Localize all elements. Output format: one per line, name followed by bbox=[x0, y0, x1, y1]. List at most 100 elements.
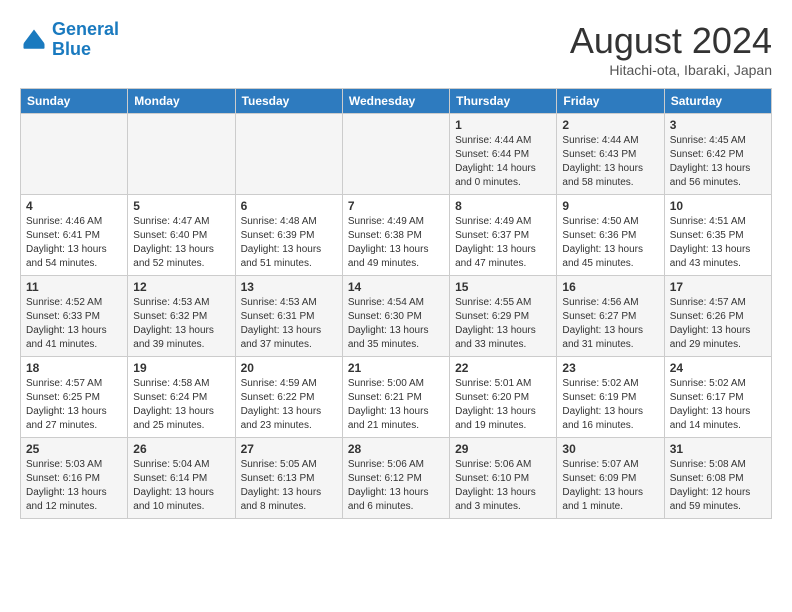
calendar-cell bbox=[128, 114, 235, 195]
day-info: Sunrise: 4:44 AM Sunset: 6:43 PM Dayligh… bbox=[562, 134, 658, 190]
logo-text: General Blue bbox=[52, 20, 119, 60]
day-info: Sunrise: 4:46 AM Sunset: 6:41 PM Dayligh… bbox=[26, 215, 122, 271]
calendar-cell: 28Sunrise: 5:06 AM Sunset: 6:12 PM Dayli… bbox=[342, 438, 449, 519]
calendar-cell: 6 Sunrise: 4:48 AM Sunset: 6:39 PM Daylig… bbox=[235, 195, 342, 276]
day-number: 7 bbox=[348, 199, 444, 213]
calendar-cell: 5 Sunrise: 4:47 AM Sunset: 6:40 PM Daylig… bbox=[128, 195, 235, 276]
calendar-cell: 4 Sunrise: 4:46 AM Sunset: 6:41 PM Daylig… bbox=[21, 195, 128, 276]
logo-line1: General bbox=[52, 19, 119, 39]
day-info: Sunrise: 5:06 AM Sunset: 6:10 PM Dayligh… bbox=[455, 458, 551, 514]
day-number: 21 bbox=[348, 361, 444, 375]
day-number: 20 bbox=[241, 361, 337, 375]
day-info: Sunrise: 4:47 AM Sunset: 6:40 PM Dayligh… bbox=[133, 215, 229, 271]
calendar-cell: 10Sunrise: 4:51 AM Sunset: 6:35 PM Dayli… bbox=[664, 195, 771, 276]
calendar-cell: 2 Sunrise: 4:44 AM Sunset: 6:43 PM Daylig… bbox=[557, 114, 664, 195]
day-info: Sunrise: 5:02 AM Sunset: 6:19 PM Dayligh… bbox=[562, 377, 658, 433]
calendar-table: SundayMondayTuesdayWednesdayThursdayFrid… bbox=[20, 88, 772, 519]
calendar-cell: 15Sunrise: 4:55 AM Sunset: 6:29 PM Dayli… bbox=[450, 276, 557, 357]
day-info: Sunrise: 4:59 AM Sunset: 6:22 PM Dayligh… bbox=[241, 377, 337, 433]
calendar-cell: 8Sunrise: 4:49 AM Sunset: 6:37 PM Daylig… bbox=[450, 195, 557, 276]
day-number: 19 bbox=[133, 361, 229, 375]
calendar-cell: 27 Sunrise: 5:05 AM Sunset: 6:13 PM Dayli… bbox=[235, 438, 342, 519]
calendar-cell bbox=[342, 114, 449, 195]
calendar-cell: 12 Sunrise: 4:53 AM Sunset: 6:32 PM Dayli… bbox=[128, 276, 235, 357]
day-info: Sunrise: 4:49 AM Sunset: 6:38 PM Dayligh… bbox=[348, 215, 444, 271]
day-info: Sunrise: 4:44 AM Sunset: 6:44 PM Dayligh… bbox=[455, 134, 551, 190]
day-number: 6 bbox=[241, 199, 337, 213]
calendar-cell: 19 Sunrise: 4:58 AM Sunset: 6:24 PM Dayli… bbox=[128, 357, 235, 438]
day-number: 9 bbox=[562, 199, 658, 213]
calendar-cell: 9Sunrise: 4:50 AM Sunset: 6:36 PM Daylig… bbox=[557, 195, 664, 276]
day-number: 29 bbox=[455, 442, 551, 456]
day-number: 25 bbox=[26, 442, 122, 456]
calendar-cell: 7 Sunrise: 4:49 AM Sunset: 6:38 PM Daylig… bbox=[342, 195, 449, 276]
day-number: 31 bbox=[670, 442, 766, 456]
day-number: 28 bbox=[348, 442, 444, 456]
calendar-cell: 17 Sunrise: 4:57 AM Sunset: 6:26 PM Dayli… bbox=[664, 276, 771, 357]
calendar-cell: 1Sunrise: 4:44 AM Sunset: 6:44 PM Daylig… bbox=[450, 114, 557, 195]
day-info: Sunrise: 4:45 AM Sunset: 6:42 PM Dayligh… bbox=[670, 134, 766, 190]
weekday-header-saturday: Saturday bbox=[664, 89, 771, 114]
weekday-header-row: SundayMondayTuesdayWednesdayThursdayFrid… bbox=[21, 89, 772, 114]
day-number: 4 bbox=[26, 199, 122, 213]
calendar-cell: 26Sunrise: 5:04 AM Sunset: 6:14 PM Dayli… bbox=[128, 438, 235, 519]
day-number: 23 bbox=[562, 361, 658, 375]
day-number: 13 bbox=[241, 280, 337, 294]
calendar-cell: 23 Sunrise: 5:02 AM Sunset: 6:19 PM Dayli… bbox=[557, 357, 664, 438]
day-info: Sunrise: 5:08 AM Sunset: 6:08 PM Dayligh… bbox=[670, 458, 766, 514]
day-number: 18 bbox=[26, 361, 122, 375]
day-number: 5 bbox=[133, 199, 229, 213]
day-number: 30 bbox=[562, 442, 658, 456]
day-number: 11 bbox=[26, 280, 122, 294]
logo-icon bbox=[20, 26, 48, 54]
weekday-header-wednesday: Wednesday bbox=[342, 89, 449, 114]
calendar-cell: 30Sunrise: 5:07 AM Sunset: 6:09 PM Dayli… bbox=[557, 438, 664, 519]
calendar-cell: 31 Sunrise: 5:08 AM Sunset: 6:08 PM Dayli… bbox=[664, 438, 771, 519]
weekday-header-monday: Monday bbox=[128, 89, 235, 114]
calendar-cell: 11Sunrise: 4:52 AM Sunset: 6:33 PM Dayli… bbox=[21, 276, 128, 357]
day-info: Sunrise: 4:56 AM Sunset: 6:27 PM Dayligh… bbox=[562, 296, 658, 352]
day-number: 27 bbox=[241, 442, 337, 456]
day-info: Sunrise: 4:58 AM Sunset: 6:24 PM Dayligh… bbox=[133, 377, 229, 433]
calendar-cell: 20 Sunrise: 4:59 AM Sunset: 6:22 PM Dayli… bbox=[235, 357, 342, 438]
day-number: 15 bbox=[455, 280, 551, 294]
calendar-week-row: 18 Sunrise: 4:57 AM Sunset: 6:25 PM Dayli… bbox=[21, 357, 772, 438]
day-info: Sunrise: 5:04 AM Sunset: 6:14 PM Dayligh… bbox=[133, 458, 229, 514]
day-info: Sunrise: 4:57 AM Sunset: 6:25 PM Dayligh… bbox=[26, 377, 122, 433]
day-number: 24 bbox=[670, 361, 766, 375]
day-info: Sunrise: 5:02 AM Sunset: 6:17 PM Dayligh… bbox=[670, 377, 766, 433]
day-number: 16 bbox=[562, 280, 658, 294]
day-info: Sunrise: 5:01 AM Sunset: 6:20 PM Dayligh… bbox=[455, 377, 551, 433]
day-number: 12 bbox=[133, 280, 229, 294]
calendar-cell bbox=[235, 114, 342, 195]
day-info: Sunrise: 5:03 AM Sunset: 6:16 PM Dayligh… bbox=[26, 458, 122, 514]
day-info: Sunrise: 5:05 AM Sunset: 6:13 PM Dayligh… bbox=[241, 458, 337, 514]
weekday-header-friday: Friday bbox=[557, 89, 664, 114]
calendar-cell: 14Sunrise: 4:54 AM Sunset: 6:30 PM Dayli… bbox=[342, 276, 449, 357]
logo-line2: Blue bbox=[52, 39, 91, 59]
calendar-week-row: 11Sunrise: 4:52 AM Sunset: 6:33 PM Dayli… bbox=[21, 276, 772, 357]
day-info: Sunrise: 4:54 AM Sunset: 6:30 PM Dayligh… bbox=[348, 296, 444, 352]
day-number: 3 bbox=[670, 118, 766, 132]
calendar-week-row: 4 Sunrise: 4:46 AM Sunset: 6:41 PM Daylig… bbox=[21, 195, 772, 276]
logo: General Blue bbox=[20, 20, 119, 60]
day-number: 22 bbox=[455, 361, 551, 375]
page-header: General Blue August 2024 Hitachi-ota, Ib… bbox=[20, 20, 772, 78]
day-number: 17 bbox=[670, 280, 766, 294]
day-number: 8 bbox=[455, 199, 551, 213]
calendar-cell: 13 Sunrise: 4:53 AM Sunset: 6:31 PM Dayli… bbox=[235, 276, 342, 357]
day-info: Sunrise: 4:48 AM Sunset: 6:39 PM Dayligh… bbox=[241, 215, 337, 271]
day-info: Sunrise: 4:57 AM Sunset: 6:26 PM Dayligh… bbox=[670, 296, 766, 352]
day-info: Sunrise: 4:53 AM Sunset: 6:31 PM Dayligh… bbox=[241, 296, 337, 352]
weekday-header-thursday: Thursday bbox=[450, 89, 557, 114]
calendar-cell: 18 Sunrise: 4:57 AM Sunset: 6:25 PM Dayli… bbox=[21, 357, 128, 438]
day-info: Sunrise: 4:53 AM Sunset: 6:32 PM Dayligh… bbox=[133, 296, 229, 352]
calendar-cell bbox=[21, 114, 128, 195]
calendar-week-row: 25 Sunrise: 5:03 AM Sunset: 6:16 PM Dayli… bbox=[21, 438, 772, 519]
calendar-week-row: 1Sunrise: 4:44 AM Sunset: 6:44 PM Daylig… bbox=[21, 114, 772, 195]
calendar-cell: 16 Sunrise: 4:56 AM Sunset: 6:27 PM Dayli… bbox=[557, 276, 664, 357]
calendar-cell: 29 Sunrise: 5:06 AM Sunset: 6:10 PM Dayli… bbox=[450, 438, 557, 519]
calendar-cell: 24 Sunrise: 5:02 AM Sunset: 6:17 PM Dayli… bbox=[664, 357, 771, 438]
day-number: 2 bbox=[562, 118, 658, 132]
calendar-cell: 21Sunrise: 5:00 AM Sunset: 6:21 PM Dayli… bbox=[342, 357, 449, 438]
